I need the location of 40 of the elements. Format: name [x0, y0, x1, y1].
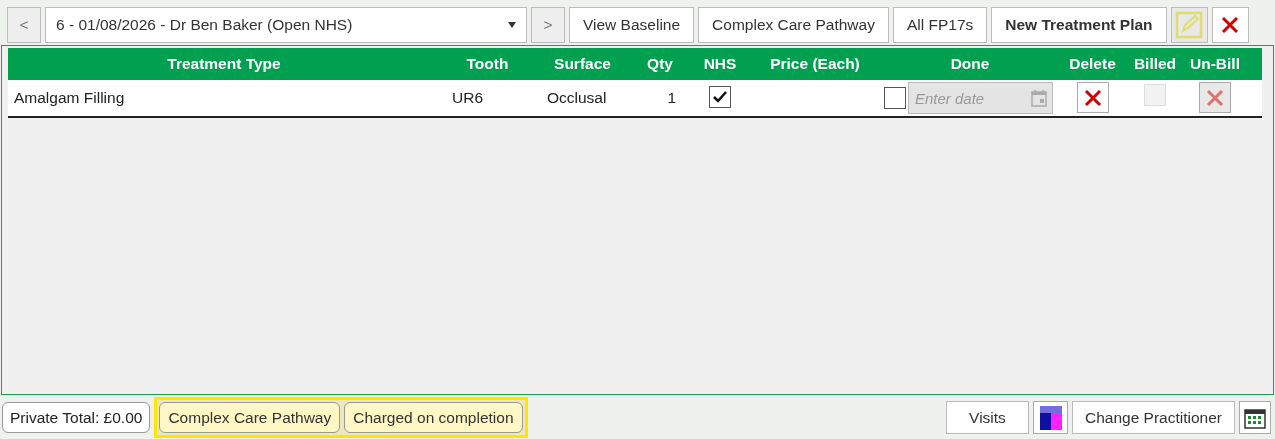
close-icon	[1220, 15, 1241, 35]
footer-button[interactable]: Visits	[946, 401, 1029, 434]
previous-button[interactable]: <	[7, 7, 41, 43]
table-cell: 1	[630, 80, 690, 117]
calendar-icon	[1244, 406, 1266, 429]
edit-icon	[1175, 11, 1204, 39]
next-button[interactable]: >	[531, 7, 565, 43]
calendar-button[interactable]	[1239, 401, 1271, 434]
toolbar-button[interactable]: Complex Care Pathway	[698, 7, 889, 43]
table-cell: Amalgam Filling	[8, 80, 440, 117]
status-tag[interactable]: Charged on completion	[344, 402, 523, 433]
table-cell: Occlusal	[535, 80, 630, 117]
column-header: NHS	[690, 48, 750, 80]
column-header: Surface	[535, 48, 630, 80]
delete-button[interactable]	[1076, 82, 1109, 114]
caret-icon	[508, 22, 516, 28]
nhs-checkbox[interactable]	[709, 85, 731, 108]
cic-button[interactable]	[1033, 401, 1068, 434]
delete-icon	[1205, 87, 1225, 108]
footer-button[interactable]: Change Practitioner	[1072, 401, 1235, 434]
column-header: Billed	[1125, 48, 1185, 80]
column-header: Delete	[1060, 48, 1125, 80]
private-total: Private Total: £0.00	[2, 402, 151, 433]
column-header: Price (Each)	[750, 48, 880, 80]
status-tag[interactable]: Complex Care Pathway	[159, 402, 341, 433]
course-dropdown[interactable]: 6 - 01/08/2026 - Dr Ben Baker (Open NHS)	[45, 7, 527, 43]
toolbar-button[interactable]: View Baseline	[569, 7, 695, 43]
checkmark-icon	[712, 89, 728, 104]
column-header: Qty	[630, 48, 690, 80]
delete-icon	[1082, 87, 1103, 108]
done-checkbox[interactable]	[884, 87, 906, 109]
cic-logo-icon	[1039, 405, 1062, 430]
column-header: Tooth	[440, 48, 535, 80]
table-cell: UR6	[440, 80, 535, 117]
close-button[interactable]	[1211, 7, 1249, 43]
toolbar-button[interactable]: All FP17s	[892, 7, 988, 43]
column-header: Done	[880, 48, 1060, 80]
column-header: Un-Bill	[1185, 48, 1245, 80]
toolbar-button[interactable]: New Treatment Plan	[991, 7, 1167, 43]
column-header: Treatment Type	[8, 48, 440, 80]
